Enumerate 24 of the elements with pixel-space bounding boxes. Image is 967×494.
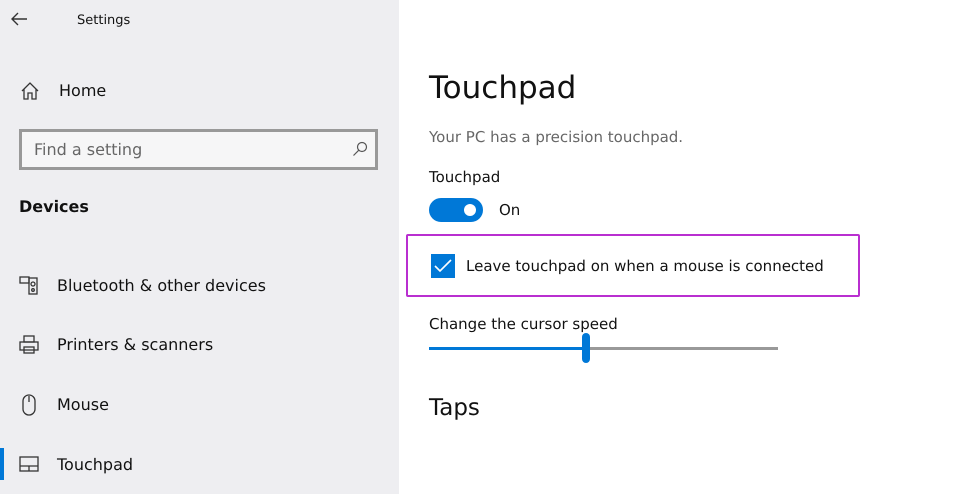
section-heading: Taps [429, 395, 481, 421]
sidebar-item[interactable]: Mouse [0, 374, 399, 434]
home-icon [19, 80, 41, 101]
cursor-speed-slider[interactable] [429, 333, 778, 363]
keyboard-speaker-icon [18, 275, 40, 296]
description-text: Your PC has a precision touchpad. [429, 128, 684, 146]
checkbox-label: Leave touchpad on when a mouse is connected [466, 256, 824, 274]
sidebar-item[interactable]: Bluetooth & other devices [0, 256, 399, 316]
search-field[interactable]: Find a setting [19, 128, 378, 170]
page-title: Touchpad [429, 70, 578, 106]
section-heading: Devices [19, 196, 90, 216]
checkbox[interactable] [431, 254, 455, 278]
sidebar-item[interactable]: Printers & scanners [0, 315, 399, 375]
setting-label: Touchpad [429, 168, 502, 186]
toggle-state-text: On [499, 201, 520, 219]
back-arrow-icon [10, 12, 28, 26]
search-icon [352, 140, 368, 157]
sidebar-item[interactable]: Touchpad [0, 434, 399, 494]
window-title: Settings [77, 12, 130, 28]
touchpad-icon [18, 455, 40, 474]
home-link[interactable]: Home [59, 81, 106, 100]
toggle-switch[interactable] [429, 198, 483, 222]
printer-icon [18, 334, 40, 355]
setting-label: Change the cursor speed [429, 315, 619, 333]
